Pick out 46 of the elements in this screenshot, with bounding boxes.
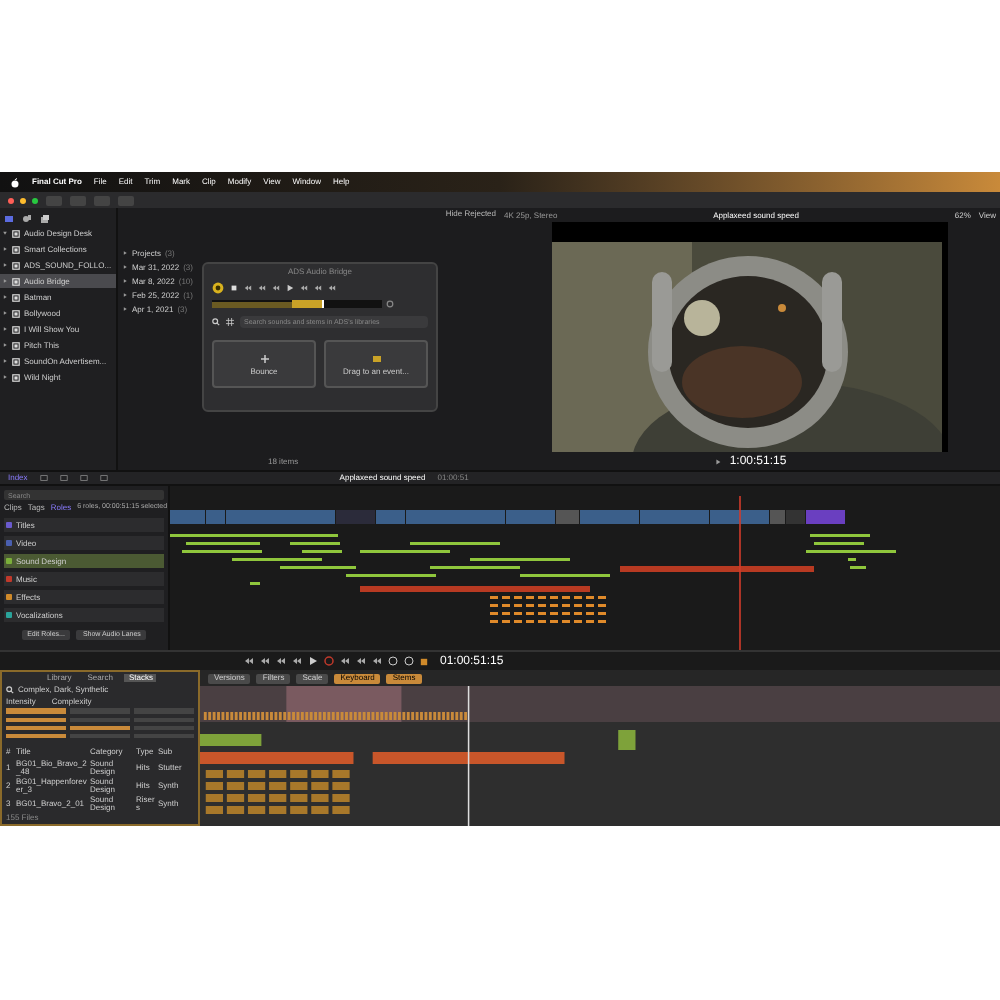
back-icon[interactable] [276, 656, 286, 666]
stop-icon[interactable] [230, 284, 238, 292]
grid-icon[interactable] [226, 318, 234, 326]
library-icon [12, 325, 20, 333]
tool-icon[interactable] [39, 474, 48, 482]
library-icon [12, 341, 20, 349]
role-checkbox[interactable] [6, 540, 12, 546]
library-icon [12, 277, 20, 285]
role-checkbox[interactable] [6, 594, 12, 600]
search-icon[interactable] [212, 318, 220, 326]
record-icon[interactable] [212, 282, 224, 294]
play-icon[interactable] [286, 284, 294, 292]
photos-audio-icon[interactable] [22, 213, 32, 223]
back-icon[interactable] [258, 284, 266, 292]
minimize-button[interactable] [20, 197, 26, 203]
role-checkbox[interactable] [6, 558, 12, 564]
library-icon [12, 229, 20, 237]
library-icon [12, 373, 20, 381]
disclosure-icon[interactable] [2, 230, 8, 236]
tool-icon[interactable] [79, 474, 88, 482]
rewind-icon[interactable] [244, 284, 252, 292]
library-icon [12, 357, 20, 365]
library-icon [12, 293, 20, 301]
library-icon [12, 261, 20, 269]
library-icon [12, 309, 20, 317]
stop-icon[interactable] [420, 657, 428, 665]
record-icon[interactable] [324, 656, 334, 666]
folder-icon [371, 353, 381, 363]
tool-icon[interactable] [59, 474, 68, 482]
role-checkbox[interactable] [6, 576, 12, 582]
plus-icon [259, 353, 269, 363]
search-icon[interactable] [6, 686, 14, 695]
library-icon[interactable] [4, 213, 14, 223]
rewind-icon[interactable] [260, 656, 270, 666]
zoom-button[interactable] [32, 197, 38, 203]
play-icon[interactable] [308, 656, 318, 666]
library-icon [12, 245, 20, 253]
role-checkbox[interactable] [6, 612, 12, 618]
step-back-icon[interactable] [292, 656, 302, 666]
titles-icon[interactable] [40, 213, 50, 223]
step-back-icon[interactable] [272, 284, 280, 292]
close-button[interactable] [8, 197, 14, 203]
tool-icon[interactable] [99, 474, 108, 482]
previous-icon[interactable] [244, 656, 254, 666]
role-checkbox[interactable] [6, 522, 12, 528]
apple-icon[interactable] [10, 177, 20, 187]
